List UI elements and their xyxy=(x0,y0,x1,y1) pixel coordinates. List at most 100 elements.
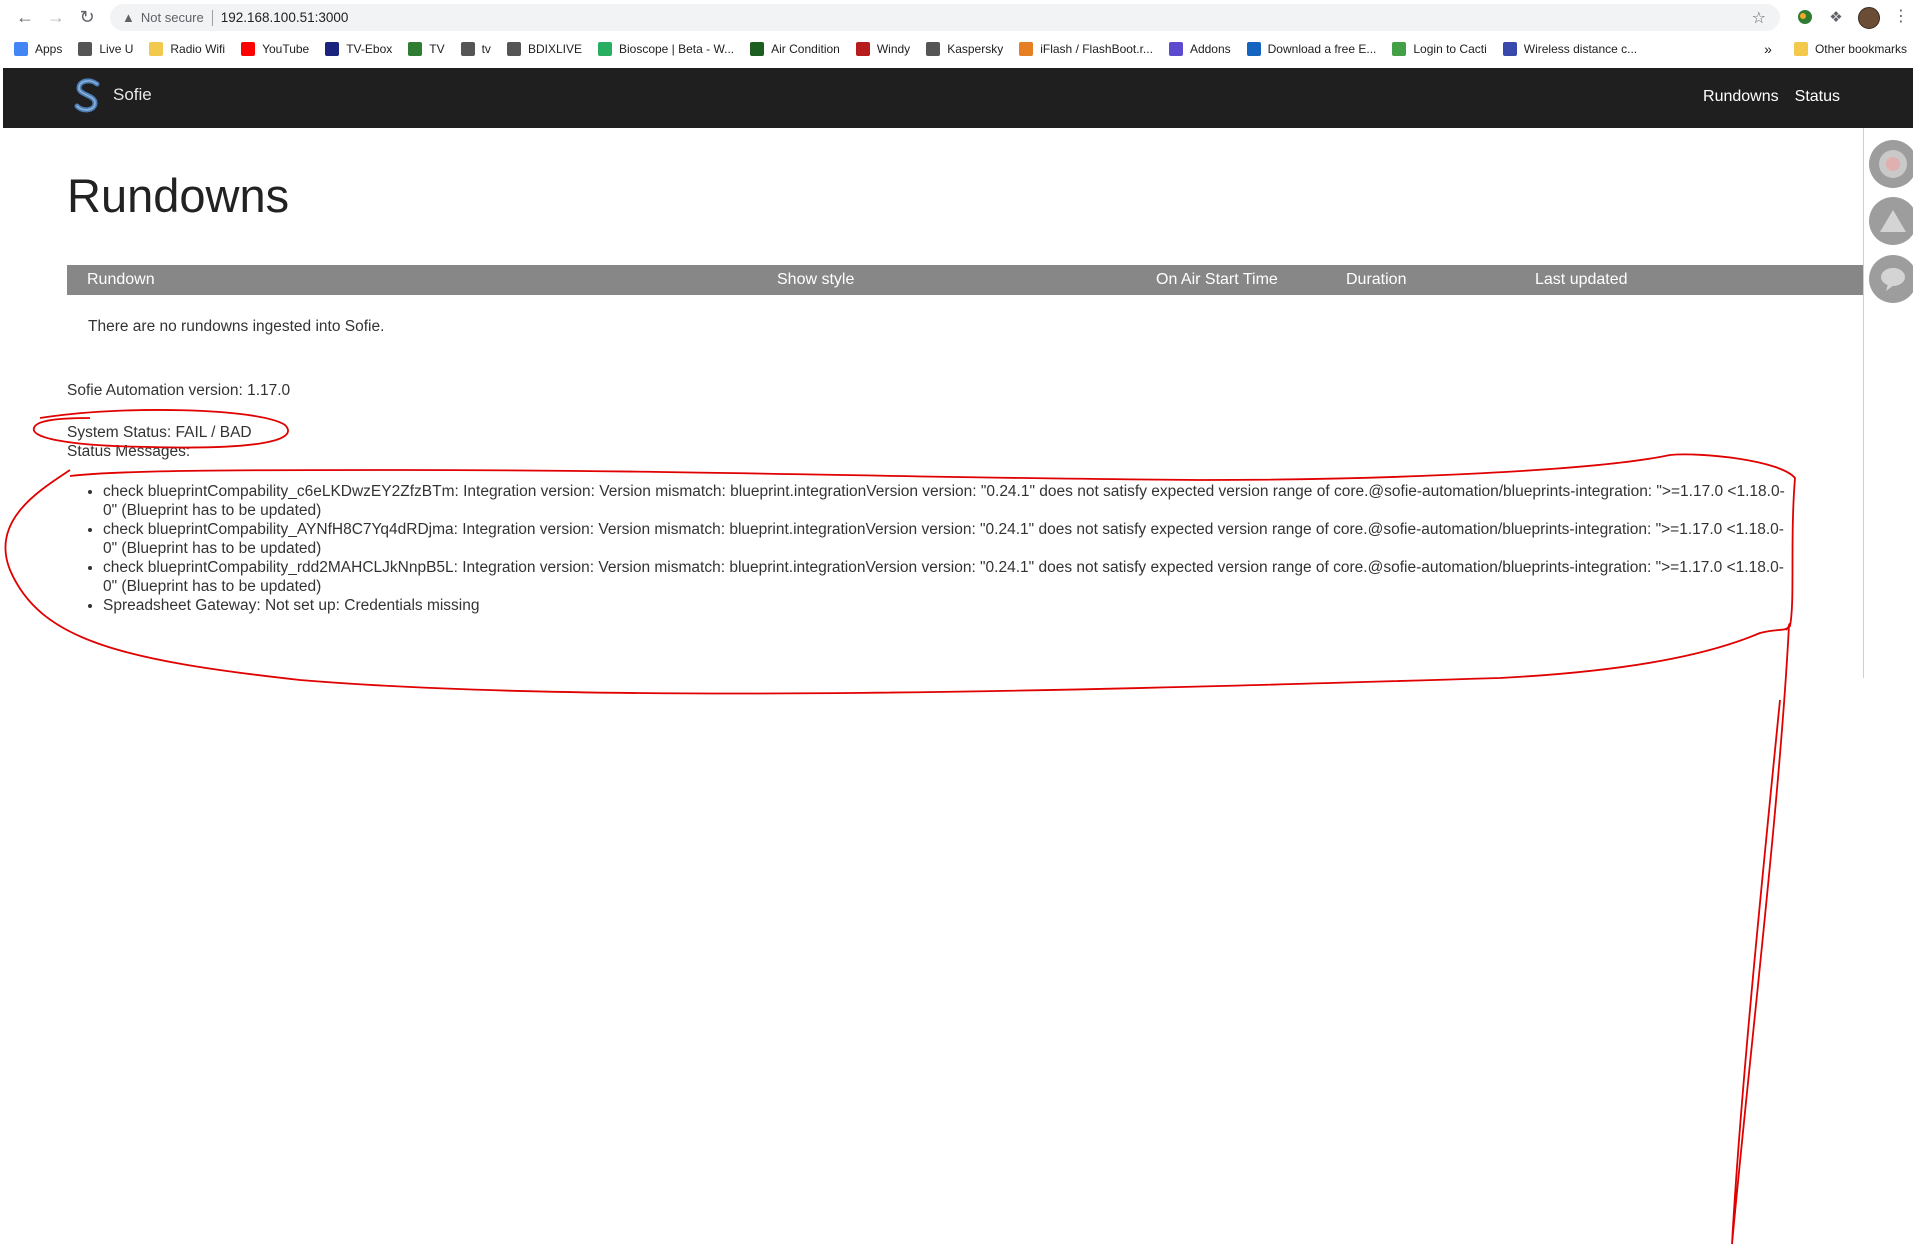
side-panel-border xyxy=(1863,128,1864,678)
warning-triangle-icon xyxy=(1880,210,1906,232)
bookmark-favicon-icon xyxy=(750,42,765,56)
bookmark-item[interactable]: Radio Wifi xyxy=(149,42,225,56)
bookmark-item[interactable]: tv xyxy=(460,42,491,56)
bookmark-favicon-icon xyxy=(78,42,93,56)
bookmark-favicon-icon xyxy=(1019,42,1034,56)
status-message: Spreadsheet Gateway: Not set up: Credent… xyxy=(103,596,1793,615)
bookmark-item[interactable]: iFlash / FlashBoot.r... xyxy=(1019,42,1153,56)
bookmark-label: TV-Ebox xyxy=(346,42,393,56)
bookmark-label: Windy xyxy=(876,42,911,56)
bookmark-favicon-icon xyxy=(506,42,521,56)
column-show-style: Show style xyxy=(777,271,855,288)
bookmark-label: Addons xyxy=(1189,42,1231,56)
folder-icon xyxy=(1793,42,1808,56)
bookmark-label: Bioscope | Beta - W... xyxy=(618,42,735,56)
bookmark-item[interactable]: Live U xyxy=(78,42,133,56)
url-text[interactable]: 192.168.100.51:3000 xyxy=(221,10,349,25)
bookmark-label: Download a free E... xyxy=(1267,42,1377,56)
bookmark-label: iFlash / FlashBoot.r... xyxy=(1040,42,1153,56)
notification-bell-icon xyxy=(1879,150,1907,178)
warning-icon: ▲ xyxy=(122,10,135,25)
bookmark-favicon-icon xyxy=(926,42,941,56)
bookmark-item[interactable]: BDIXLIVE xyxy=(506,42,582,56)
column-last-updated: Last updated xyxy=(1535,271,1628,288)
sofie-logo-icon[interactable] xyxy=(73,78,103,114)
bookmark-favicon-icon xyxy=(241,42,256,56)
bookmark-favicon-icon xyxy=(597,42,612,56)
status-message: check blueprintCompability_AYNfH8C7Yq4dR… xyxy=(103,520,1793,558)
column-rundown: Rundown xyxy=(87,271,155,288)
bookmark-label: tv xyxy=(481,42,491,56)
menu-icon[interactable]: ⋮ xyxy=(1893,6,1909,26)
rundowns-table-header: Rundown Show style On Air Start Time Dur… xyxy=(67,265,1863,295)
column-on-air-start-time: On Air Start Time xyxy=(1156,271,1278,288)
bookmark-item[interactable]: Apps xyxy=(14,42,62,56)
bookmark-item[interactable]: TV xyxy=(408,42,445,56)
app-header: Sofie Rundowns Status xyxy=(3,68,1913,128)
nav-status[interactable]: Status xyxy=(1795,88,1840,106)
main-nav: Rundowns Status xyxy=(1703,88,1840,106)
bookmark-favicon-icon xyxy=(855,42,870,56)
bookmark-label: Apps xyxy=(35,42,63,56)
bookmark-favicon-icon xyxy=(14,42,28,56)
bookmark-label: Live U xyxy=(99,42,134,56)
page-title: Rundowns xyxy=(67,169,290,222)
bookmark-star-icon[interactable]: ☆ xyxy=(1752,8,1766,28)
bookmarks-bar: Apps Live U Radio Wifi YouTube TV-Ebox TV tv BD… xyxy=(0,36,1913,62)
status-messages-list: check blueprintCompability_c6eLKDwzEY2Zf… xyxy=(103,482,1793,615)
status-messages-label: Status Messages: xyxy=(67,443,191,460)
bookmark-item[interactable]: Kaspersky xyxy=(926,42,1003,56)
bookmark-label: BDIXLIVE xyxy=(527,42,582,56)
empty-rundowns-message: There are no rundowns ingested into Sofi… xyxy=(88,318,385,335)
warnings-button[interactable] xyxy=(1869,197,1913,245)
bookmark-item[interactable]: TV-Ebox xyxy=(325,42,392,56)
bookmark-favicon-icon xyxy=(1168,42,1183,56)
bookmark-favicon-icon xyxy=(325,42,340,56)
status-message: check blueprintCompability_c6eLKDwzEY2Zf… xyxy=(103,482,1793,520)
bookmark-favicon-icon xyxy=(1246,42,1261,56)
bookmark-favicon-icon xyxy=(408,42,423,56)
bookmarks-right: » Other bookmarks xyxy=(1764,36,1907,62)
arrow-annotation xyxy=(1731,623,1791,1245)
bookmark-favicon-icon xyxy=(1502,42,1517,56)
bookmark-label: Air Condition xyxy=(771,42,840,56)
bookmark-label: TV xyxy=(429,42,445,56)
bookmark-item[interactable]: Download a free E... xyxy=(1246,42,1377,56)
bookmark-item[interactable]: Air Condition xyxy=(750,42,840,56)
messages-button[interactable] xyxy=(1869,255,1913,303)
separator xyxy=(211,9,213,26)
bookmarks-overflow-icon[interactable]: » xyxy=(1764,41,1772,57)
address-bar[interactable]: ▲ Not secure 192.168.100.51:3000 ☆ xyxy=(110,4,1780,31)
bookmark-item[interactable]: Login to Cacti xyxy=(1392,42,1487,56)
nav-rundowns[interactable]: Rundowns xyxy=(1703,88,1779,106)
bookmark-item[interactable]: Bioscope | Beta - W... xyxy=(597,42,735,56)
forward-icon[interactable]: → xyxy=(41,2,71,32)
bookmark-label: Login to Cacti xyxy=(1413,42,1487,56)
brand-name[interactable]: Sofie xyxy=(113,85,152,105)
bookmark-item[interactable]: Wireless distance c... xyxy=(1502,42,1638,56)
extensions-puzzle-icon[interactable]: ❖ xyxy=(1826,7,1846,27)
reload-icon[interactable]: ↻ xyxy=(72,2,102,32)
bookmark-item[interactable]: Addons xyxy=(1168,42,1231,56)
profile-avatar[interactable] xyxy=(1858,7,1880,29)
bookmark-item[interactable]: YouTube xyxy=(241,42,309,56)
bookmark-favicon-icon xyxy=(149,42,164,56)
column-duration: Duration xyxy=(1346,271,1407,288)
bookmark-label: Radio Wifi xyxy=(170,42,226,56)
bookmark-label: Kaspersky xyxy=(947,42,1004,56)
not-secure-label: Not secure xyxy=(140,10,204,25)
back-icon[interactable]: ← xyxy=(10,2,40,32)
notifications-button[interactable] xyxy=(1869,140,1913,188)
bookmark-favicon-icon xyxy=(1392,42,1407,56)
speech-bubble-icon xyxy=(1881,268,1905,291)
version-text: Sofie Automation version: 1.17.0 xyxy=(67,382,291,399)
bookmark-label: Wireless distance c... xyxy=(1523,42,1638,56)
other-bookmarks[interactable]: Other bookmarks xyxy=(1815,42,1907,56)
system-status-text: System Status: FAIL / BAD xyxy=(67,424,252,441)
browser-toolbar: ← → ↻ ▲ Not secure 192.168.100.51:3000 ☆… xyxy=(0,0,1913,34)
bookmark-favicon-icon xyxy=(460,42,475,56)
bookmark-item[interactable]: Windy xyxy=(855,42,911,56)
bookmark-label: YouTube xyxy=(262,42,310,56)
extension-globe-icon[interactable] xyxy=(1795,7,1815,27)
status-message: check blueprintCompability_rdd2MAHCLJkNn… xyxy=(103,558,1793,596)
